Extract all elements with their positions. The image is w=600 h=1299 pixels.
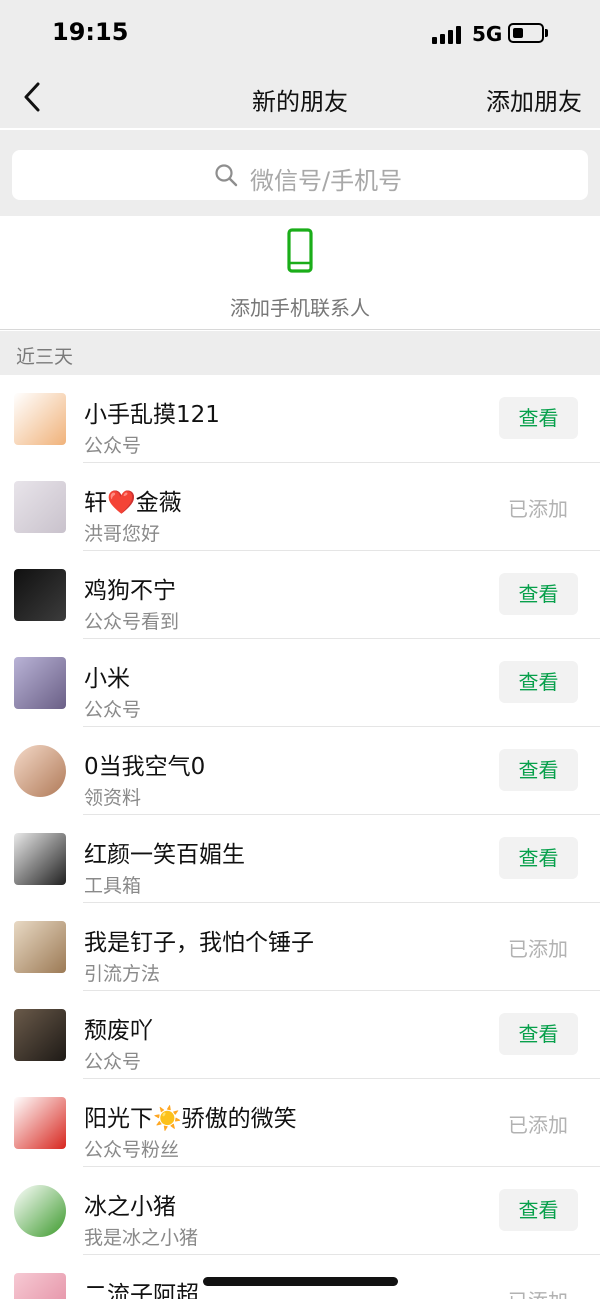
friend-name: 颓废吖	[84, 1018, 153, 1044]
battery-icon	[508, 23, 544, 43]
friend-message: 工具箱	[84, 875, 142, 897]
friend-message: 领资料	[84, 787, 142, 809]
added-status: 已添加	[508, 1113, 568, 1137]
list-item[interactable]: 红颜一笑百媚生工具箱 查看	[0, 815, 600, 903]
avatar[interactable]	[14, 745, 66, 797]
search-input[interactable]: 微信号/手机号	[12, 150, 588, 200]
view-button[interactable]: 查看	[499, 1013, 578, 1055]
list-item[interactable]: 鸡狗不宁公众号看到 查看	[0, 551, 600, 639]
friend-message: 我是冰之小猪	[84, 1227, 199, 1249]
search-area: 微信号/手机号	[0, 130, 600, 216]
added-status: 已添加	[508, 1285, 568, 1299]
friend-message: 公众号看到	[84, 611, 180, 633]
battery-tip	[545, 29, 548, 37]
avatar[interactable]	[14, 1185, 66, 1237]
list-item[interactable]: 轩❤️金薇洪哥您好 已添加	[0, 463, 600, 551]
home-indicator	[203, 1277, 398, 1286]
view-button[interactable]: 查看	[499, 749, 578, 791]
friend-message: 公众号	[84, 435, 142, 457]
phone-icon	[287, 228, 313, 273]
list-item[interactable]: 小米公众号 查看	[0, 639, 600, 727]
view-button[interactable]: 查看	[499, 1189, 578, 1231]
avatar[interactable]	[14, 569, 66, 621]
friend-name: 二流子阿超	[84, 1282, 199, 1299]
view-button[interactable]: 查看	[499, 661, 578, 703]
friend-name: 我是钉子，我怕个锤子	[84, 930, 314, 956]
friend-name: 轩❤️金薇	[84, 490, 182, 516]
friend-name: 鸡狗不宁	[84, 578, 176, 604]
list-item[interactable]: 小手乱摸121 公众号 查看	[0, 375, 600, 463]
add-phone-contacts-label: 添加手机联系人	[230, 296, 370, 320]
list-item[interactable]: 我是钉子，我怕个锤子引流方法 已添加	[0, 903, 600, 991]
avatar[interactable]	[14, 921, 66, 973]
section-label: 近三天	[16, 346, 74, 368]
avatar[interactable]	[14, 1009, 66, 1061]
avatar[interactable]	[14, 833, 66, 885]
back-icon[interactable]	[20, 80, 50, 114]
avatar[interactable]	[14, 1273, 66, 1299]
friend-message: 公众号	[84, 1051, 142, 1073]
add-friend-button[interactable]: 添加朋友	[486, 82, 582, 117]
avatar[interactable]	[14, 657, 66, 709]
added-status: 已添加	[508, 937, 568, 961]
search-icon	[215, 164, 238, 187]
section-header: 近三天	[0, 331, 600, 375]
add-phone-contacts[interactable]: 添加手机联系人	[0, 216, 600, 330]
view-button[interactable]: 查看	[499, 397, 578, 439]
network-type: 5G	[472, 22, 503, 46]
list-item[interactable]: 阳光下☀️骄傲的微笑公众号粉丝 已添加	[0, 1079, 600, 1167]
list-item[interactable]: 冰之小猪我是冰之小猪 查看	[0, 1167, 600, 1255]
nav-bar: 新的朋友 添加朋友	[0, 66, 600, 128]
friend-name: 冰之小猪	[84, 1194, 176, 1220]
friend-message: 公众号	[84, 699, 142, 721]
friend-name: 红颜一笑百媚生	[84, 842, 245, 868]
friend-name: 0当我空气0	[84, 754, 206, 780]
friend-name: 阳光下☀️骄傲的微笑	[84, 1106, 297, 1132]
avatar[interactable]	[14, 1097, 66, 1149]
avatar[interactable]	[14, 393, 66, 445]
search-placeholder: 微信号/手机号	[250, 167, 403, 195]
friend-message: 洪哥您好	[84, 523, 161, 545]
friend-name: 小手乱摸121	[84, 402, 220, 428]
friend-message: 公众号粉丝	[84, 1139, 180, 1161]
list-item[interactable]: 0当我空气0 领资料 查看	[0, 727, 600, 815]
view-button[interactable]: 查看	[499, 573, 578, 615]
list-item[interactable]: 颓废吖公众号 查看	[0, 991, 600, 1079]
friend-message: 引流方法	[84, 963, 161, 985]
status-bar: 19:15 5G	[0, 0, 600, 66]
avatar[interactable]	[14, 481, 66, 533]
view-button[interactable]: 查看	[499, 837, 578, 879]
status-time: 19:15	[52, 18, 129, 46]
added-status: 已添加	[508, 497, 568, 521]
friend-name: 小米	[84, 666, 130, 692]
signal-icon	[432, 26, 462, 44]
